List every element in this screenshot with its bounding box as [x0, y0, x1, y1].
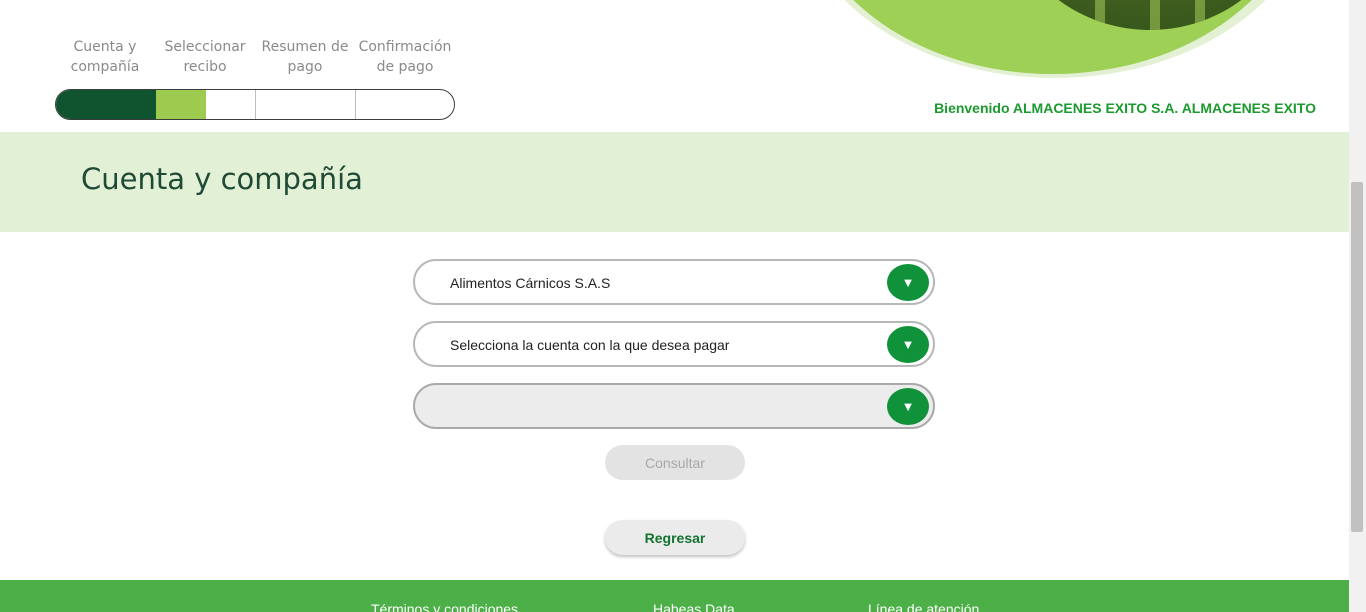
progress-segment	[256, 90, 356, 119]
progress-segment-complete	[56, 90, 156, 119]
header: Cuenta y compañía Seleccionar recibo Res…	[0, 0, 1349, 132]
footer-link-terminos[interactable]: Términos y condiciones	[371, 601, 518, 612]
header-decoration-green	[800, 0, 1305, 74]
footer-link-habeas[interactable]: Habeas Data	[653, 601, 735, 612]
step-label-confirmacion: Confirmación de pago	[358, 39, 452, 75]
step-label-seleccionar: Seleccionar recibo	[164, 39, 246, 75]
regresar-button[interactable]: Regresar	[605, 520, 745, 555]
triangle-down-icon[interactable]: ▼	[887, 388, 929, 425]
account-select-value: Selecciona la cuenta con la que desea pa…	[450, 337, 730, 353]
company-select[interactable]: Alimentos Cárnicos S.A.S ▼	[413, 259, 935, 305]
progress-segment-current	[156, 90, 206, 119]
triangle-down-icon[interactable]: ▼	[887, 264, 929, 301]
triangle-down-icon[interactable]: ▼	[887, 326, 929, 363]
progress-segment	[356, 90, 454, 119]
footer: Términos y condiciones Habeas Data Línea…	[0, 580, 1349, 612]
third-select[interactable]: ▼	[413, 383, 935, 429]
step-labels: Cuenta y compañía Seleccionar recibo Res…	[55, 37, 455, 77]
scrollbar-thumb[interactable]	[1351, 182, 1363, 532]
scrollbar[interactable]	[1349, 0, 1366, 612]
progress-bar	[55, 89, 455, 120]
company-select-value: Alimentos Cárnicos S.A.S	[450, 275, 611, 291]
step-label-resumen: Resumen de pago	[261, 39, 349, 75]
welcome-message: Bienvenido ALMACENES EXITO S.A. ALMACENE…	[934, 100, 1316, 116]
page-title: Cuenta y compañía	[81, 162, 363, 196]
consultar-button[interactable]: Consultar	[605, 445, 745, 480]
account-select[interactable]: Selecciona la cuenta con la que desea pa…	[413, 321, 935, 367]
progress-segment	[206, 90, 256, 119]
footer-link-atencion[interactable]: Línea de atención	[868, 601, 979, 612]
step-label-cuenta: Cuenta y compañía	[70, 39, 140, 75]
